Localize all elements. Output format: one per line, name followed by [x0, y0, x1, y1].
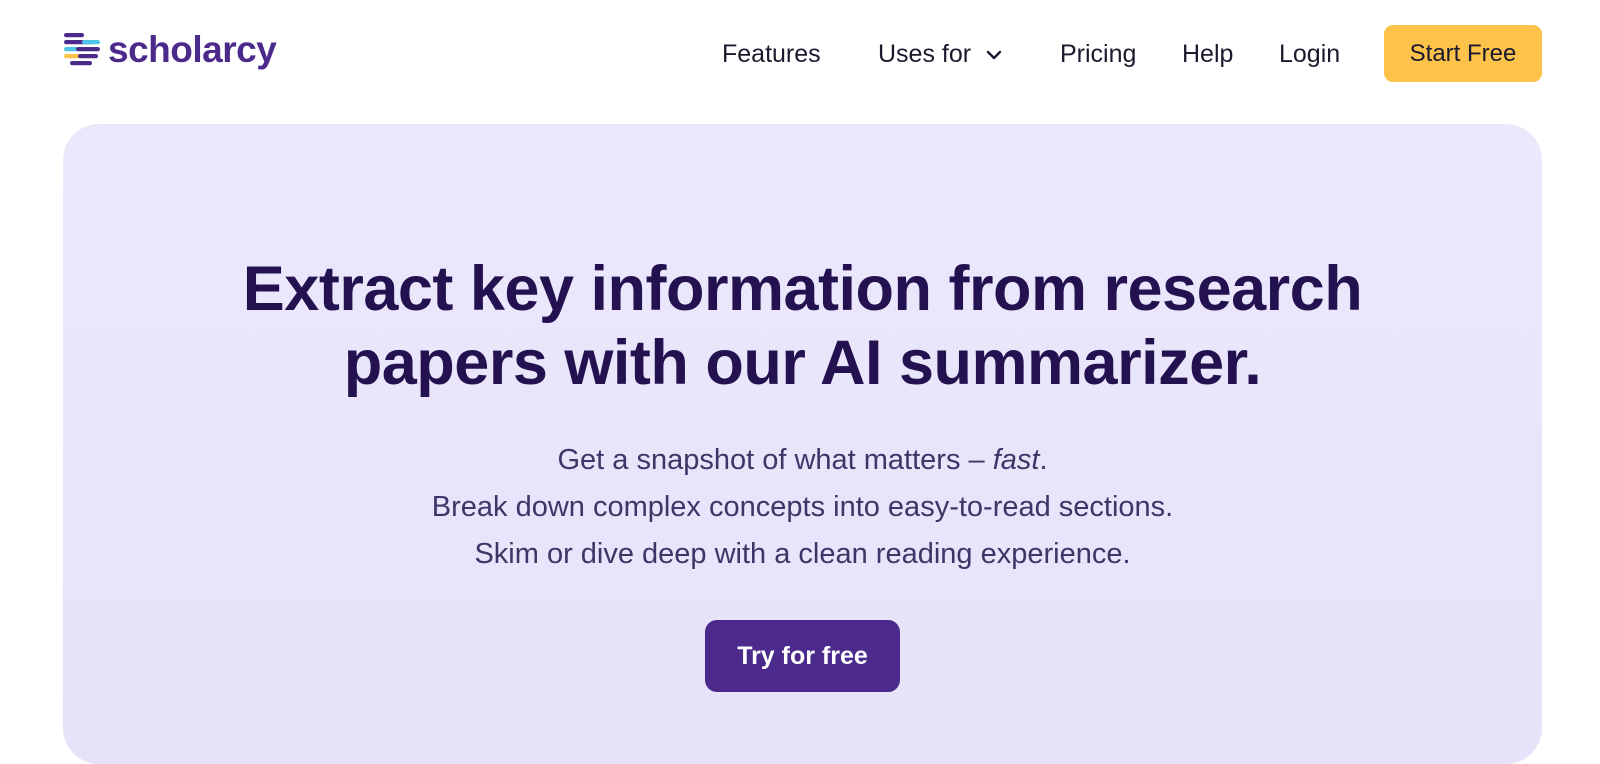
- nav-login-link[interactable]: Login: [1279, 38, 1340, 70]
- hero-title: Extract key information from research pa…: [63, 252, 1542, 400]
- start-free-button[interactable]: Start Free: [1384, 25, 1542, 82]
- hero-subtitle-emphasis: fast: [992, 444, 1040, 476]
- nav-uses-for-label: Uses for: [878, 40, 972, 68]
- chevron-down-icon: [986, 50, 1002, 60]
- nav-pricing-link[interactable]: Pricing: [1060, 38, 1136, 70]
- nav-features-link[interactable]: Features: [722, 38, 821, 70]
- hero-subtitle-line-1-suffix: .: [1039, 444, 1048, 476]
- hero-subtitle-line-2: Break down complex concepts into easy-to…: [431, 491, 1174, 523]
- hero-subtitle-line-1: Get a snapshot of what matters – fast.: [63, 437, 1542, 484]
- nav-help-link[interactable]: Help: [1182, 38, 1233, 70]
- hero-subtitle-line-1-prefix: Get a snapshot of what matters –: [557, 444, 993, 476]
- site-header: scholarcy Features Uses for Pricing Help…: [0, 0, 1600, 108]
- nav-uses-for-dropdown[interactable]: Uses for: [878, 38, 1003, 70]
- try-for-free-button[interactable]: Try for free: [705, 620, 900, 692]
- main-nav: Features Uses for Pricing Help Login Sta…: [0, 0, 1600, 108]
- hero-subtitle-line-3: Skim or dive deep with a clean reading e…: [474, 538, 1131, 570]
- hero-title-line-2: papers with our AI summarizer.: [343, 328, 1262, 398]
- hero-section: Extract key information from research pa…: [63, 124, 1542, 764]
- hero-subtitle: Get a snapshot of what matters – fast. B…: [63, 437, 1542, 578]
- hero-title-line-1: Extract key information from research: [242, 254, 1363, 324]
